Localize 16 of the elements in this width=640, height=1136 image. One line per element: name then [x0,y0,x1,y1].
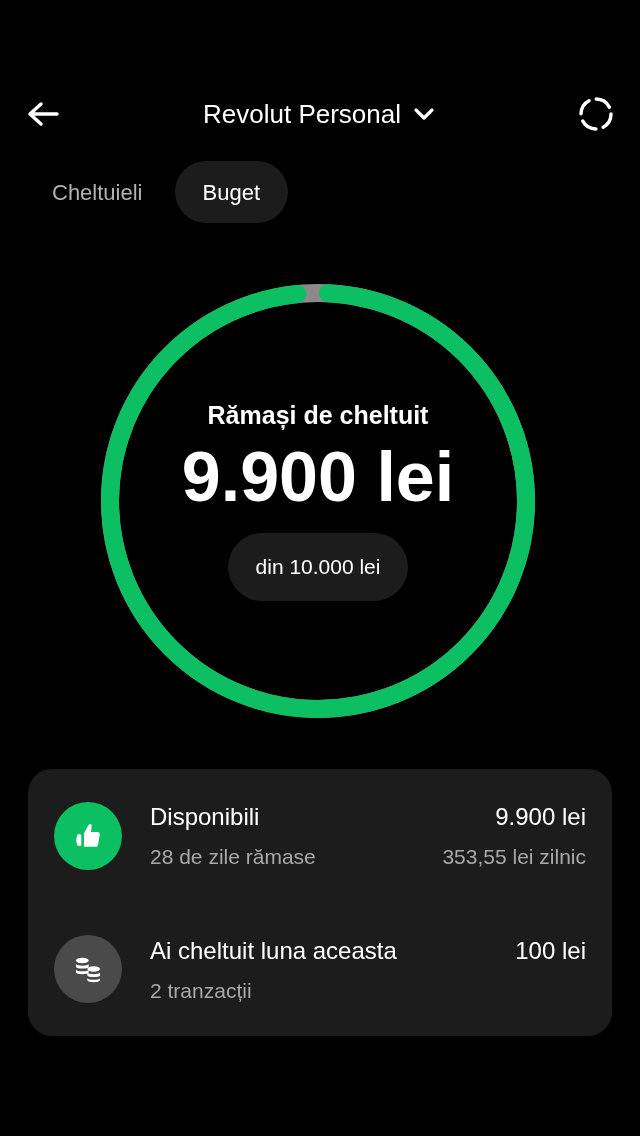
summary-title: Ai cheltuit luna aceasta [150,935,397,966]
tab[interactable]: Cheltuieli [24,161,171,223]
summary-subtitle: 2 tranzacții [150,977,252,1004]
summary-subtitle: 28 de zile rămase [150,844,316,870]
remaining-caption: Rămași de cheltuit [207,400,429,432]
loading-icon[interactable] [578,96,614,132]
tab[interactable]: Buget [174,161,288,223]
summary-title: Disponibili [150,802,260,832]
back-arrow-icon[interactable] [26,100,60,128]
summary-detail: 353,55 lei zilnic [442,844,586,870]
chevron-down-icon[interactable] [413,107,435,121]
remaining-amount: 9.900 lei [181,436,455,518]
account-title[interactable]: Revolut Personal [203,94,401,134]
summary-amount: 9.900 lei [495,802,586,832]
summary-amount: 100 lei [515,935,586,966]
budget-total: din 10.000 lei [227,532,409,601]
